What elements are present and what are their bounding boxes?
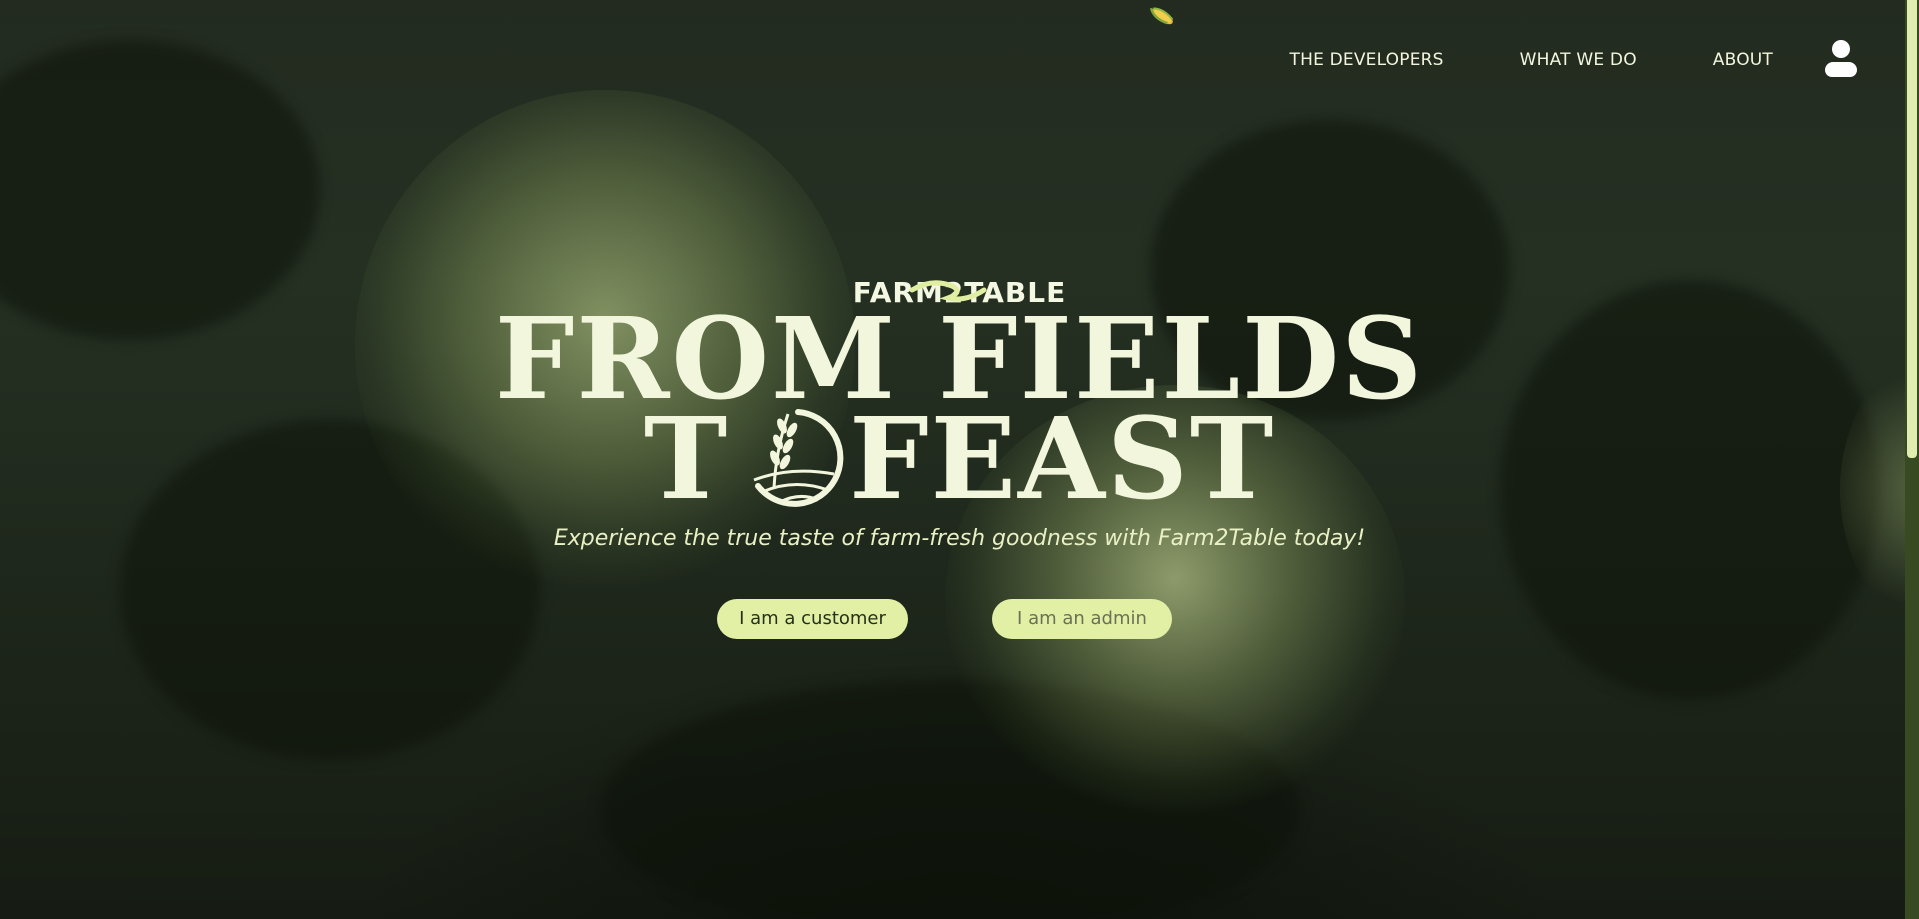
hero-tagline: Experience the true taste of farm-fresh … xyxy=(553,526,1366,551)
nav-link-about[interactable]: ABOUT xyxy=(1713,50,1773,70)
nav-link-developers[interactable]: THE DEVELOPERS xyxy=(1290,50,1444,70)
nav-link-what-we-do[interactable]: WHAT WE DO xyxy=(1520,50,1637,70)
headline-line-2-start: T xyxy=(643,394,730,525)
main-nav: THE DEVELOPERS WHAT WE DO ABOUT xyxy=(1290,40,1860,80)
headline-line-2-end: FEAST xyxy=(849,394,1276,525)
headline-line-2: T FEAST xyxy=(0,400,1919,520)
page-scrollbar[interactable] xyxy=(1905,0,1919,919)
wheat-icon xyxy=(753,409,844,507)
scrollbar-thumb[interactable] xyxy=(1907,0,1917,458)
background-foliage xyxy=(600,680,1300,919)
corn-icon xyxy=(1149,7,1174,25)
customer-button[interactable]: I am a customer xyxy=(717,599,908,639)
admin-button[interactable]: I am an admin xyxy=(992,599,1172,639)
landing-page: THE DEVELOPERS WHAT WE DO ABOUT FARM2TAB… xyxy=(0,0,1919,919)
user-icon[interactable] xyxy=(1823,40,1859,80)
